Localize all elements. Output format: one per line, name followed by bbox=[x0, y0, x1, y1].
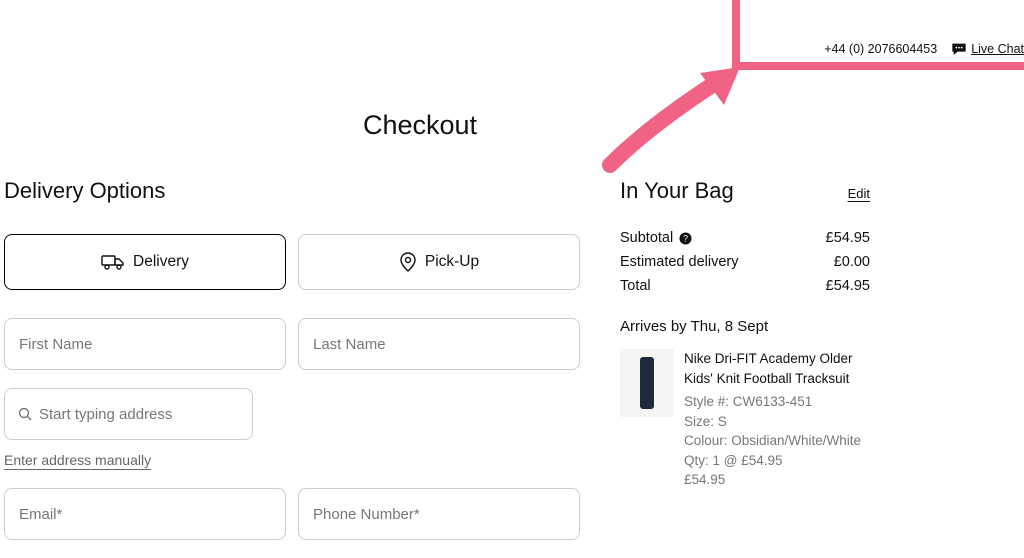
last-name-input[interactable] bbox=[298, 318, 580, 370]
pickup-option-button[interactable]: Pick-Up bbox=[298, 234, 580, 290]
annotation-highlight-box bbox=[732, 0, 1024, 70]
search-icon bbox=[18, 407, 32, 421]
phone-input[interactable] bbox=[298, 488, 580, 540]
live-chat-link[interactable]: Live Chat bbox=[951, 42, 1024, 56]
pin-icon bbox=[399, 252, 417, 272]
subtotal-label: Subtotal bbox=[620, 230, 673, 246]
first-name-input[interactable] bbox=[4, 318, 286, 370]
product-colour: Colour: Obsidian/White/White bbox=[684, 431, 870, 451]
total-value: £54.95 bbox=[826, 278, 870, 294]
shipping-label: Estimated delivery bbox=[620, 254, 738, 270]
truck-icon bbox=[101, 253, 125, 271]
product-price: £54.95 bbox=[684, 470, 870, 490]
email-input[interactable] bbox=[4, 488, 286, 540]
subtotal-row: Subtotal ? £54.95 bbox=[620, 230, 870, 246]
edit-bag-link[interactable]: Edit bbox=[848, 186, 870, 201]
delivery-section: Delivery Options Delivery Pick-Up Enter … bbox=[4, 178, 580, 558]
total-label: Total bbox=[620, 278, 651, 294]
arrival-estimate: Arrives by Thu, 8 Sept bbox=[620, 318, 870, 335]
delivery-option-label: Delivery bbox=[133, 253, 189, 271]
help-icon[interactable]: ? bbox=[679, 232, 692, 245]
live-chat-label: Live Chat bbox=[971, 42, 1024, 56]
svg-text:?: ? bbox=[683, 233, 688, 243]
bag-section: In Your Bag Edit Subtotal ? £54.95 Estim… bbox=[620, 178, 870, 490]
total-row: Total £54.95 bbox=[620, 278, 870, 294]
support-phone: +44 (0) 2076604453 bbox=[824, 42, 937, 56]
subtotal-value: £54.95 bbox=[826, 230, 870, 246]
shipping-value: £0.00 bbox=[834, 254, 870, 270]
page-title: Checkout bbox=[0, 110, 840, 141]
delivery-option-button[interactable]: Delivery bbox=[4, 234, 286, 290]
support-bar: +44 (0) 2076604453 Live Chat bbox=[824, 42, 1024, 56]
enter-address-manually-link[interactable]: Enter address manually bbox=[4, 452, 151, 468]
product-qty: Qty: 1 @ £54.95 bbox=[684, 451, 870, 471]
shipping-row: Estimated delivery £0.00 bbox=[620, 254, 870, 270]
bag-item: Nike Dri-FIT Academy Older Kids' Knit Fo… bbox=[620, 349, 870, 490]
pickup-option-label: Pick-Up bbox=[425, 253, 479, 271]
product-thumbnail bbox=[620, 349, 674, 417]
address-input[interactable] bbox=[4, 388, 253, 440]
product-name: Nike Dri-FIT Academy Older Kids' Knit Fo… bbox=[684, 349, 870, 388]
chat-icon bbox=[951, 42, 967, 56]
bag-title: In Your Bag bbox=[620, 178, 734, 204]
product-size: Size: S bbox=[684, 412, 870, 432]
delivery-heading: Delivery Options bbox=[4, 178, 580, 204]
product-style: Style #: CW6133-451 bbox=[684, 392, 870, 412]
